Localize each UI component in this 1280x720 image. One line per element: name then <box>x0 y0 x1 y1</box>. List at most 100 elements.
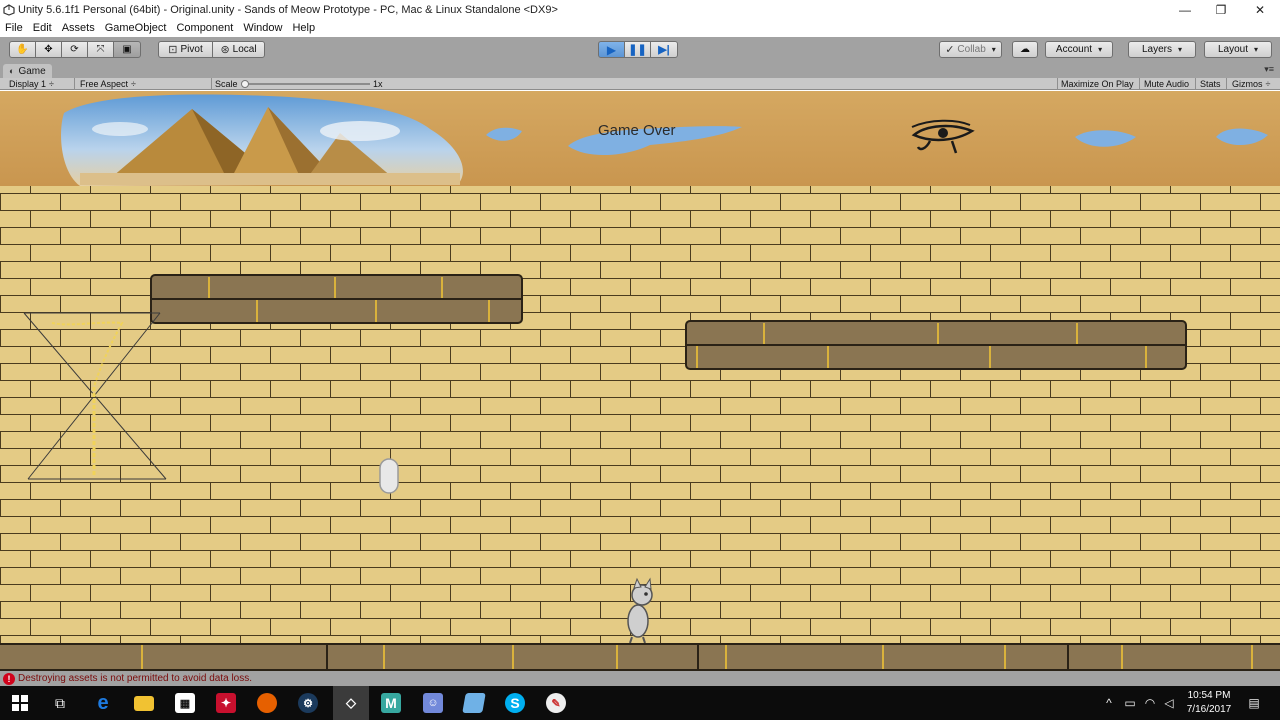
taskbar-unity[interactable]: ◇ <box>333 686 369 720</box>
battery-icon[interactable]: ▭ <box>1121 686 1139 720</box>
close-button[interactable]: ✕ <box>1241 0 1279 19</box>
taskbar-edge[interactable]: e <box>85 686 121 720</box>
file-explorer-icon <box>134 695 154 711</box>
stone-floor <box>0 643 1280 671</box>
taskbar-steam[interactable]: ⚙ <box>290 686 326 720</box>
console-status-bar[interactable]: ! Destroying assets is not permitted to … <box>0 671 1280 686</box>
app-icon: ✦ <box>216 693 236 713</box>
maya-icon: M <box>381 693 401 713</box>
pivot-toggle[interactable]: ⊡ Pivot <box>158 41 213 58</box>
rotate-tool-button[interactable]: ⟳ <box>61 41 88 58</box>
taskbar-paint[interactable]: ✎ <box>538 686 574 720</box>
divider <box>1226 78 1227 90</box>
hand-tool-button[interactable]: ✋ <box>9 41 36 58</box>
layers-dropdown[interactable]: Layers <box>1128 41 1196 58</box>
volume-icon[interactable]: ◁ <box>1160 686 1178 720</box>
game-scene <box>0 91 1280 671</box>
scale-icon: ⤧ <box>96 44 105 55</box>
stats-toggle[interactable]: Stats <box>1200 78 1221 90</box>
scale-tool-button[interactable]: ⤧ <box>87 41 114 58</box>
stone-platform-right <box>685 320 1187 370</box>
taskbar-store[interactable]: ▦ <box>167 686 203 720</box>
menu-gameobject[interactable]: GameObject <box>100 22 172 34</box>
notification-icon[interactable]: ▤ <box>1244 686 1264 720</box>
game-view-icon: ◐ <box>9 66 15 76</box>
taskbar-discord[interactable]: ☺ <box>415 686 451 720</box>
menu-edit[interactable]: Edit <box>28 22 57 34</box>
rect-tool-button[interactable]: ▣ <box>113 41 141 58</box>
clock-time: 10:54 PM <box>1187 690 1231 701</box>
stone-platform-upper <box>150 274 523 324</box>
menu-window[interactable]: Window <box>238 22 287 34</box>
cloud-button[interactable]: ☁ <box>1012 41 1038 58</box>
step-button[interactable]: ▶| <box>650 41 678 58</box>
taskbar-clock[interactable]: 10:54 PM 7/16/2017 <box>1182 689 1236 717</box>
scale-label: Scale <box>215 79 238 89</box>
collab-check-icon: ✓ <box>945 44 955 56</box>
taskbar-skype[interactable]: S <box>497 686 533 720</box>
play-button[interactable]: ▶ <box>598 41 625 58</box>
divider <box>211 78 212 90</box>
move-tool-button[interactable]: ✥ <box>35 41 62 58</box>
unity-icon: ◇ <box>346 695 356 710</box>
skype-icon: S <box>505 693 525 713</box>
menu-bar: File Edit Assets GameObject Component Wi… <box>0 19 1280 37</box>
taskbar-file-explorer[interactable] <box>126 686 162 720</box>
game-tab-label: Game <box>18 65 46 77</box>
store-icon: ▦ <box>175 693 195 713</box>
menu-help[interactable]: Help <box>287 22 320 34</box>
local-label: Local <box>232 44 257 55</box>
game-tab-header: ◐ Game ▾≡ <box>0 63 1280 78</box>
status-message: Destroying assets is not permitted to av… <box>18 673 253 684</box>
menu-file[interactable]: File <box>0 22 28 34</box>
task-view-button[interactable]: ⧉ <box>42 686 78 720</box>
error-icon: ! <box>3 672 15 685</box>
unity-logo-icon <box>3 3 15 16</box>
hand-icon: ✋ <box>16 44 29 55</box>
mute-audio-toggle[interactable]: Mute Audio <box>1144 78 1189 90</box>
taskbar-app[interactable]: ✦ <box>208 686 244 720</box>
pivot-label: Pivot <box>180 44 203 55</box>
account-label: Account <box>1055 44 1093 55</box>
maximize-button[interactable]: ❐ <box>1202 0 1240 19</box>
taskbar-app-2[interactable] <box>456 686 492 720</box>
pivot-icon: ⊡ <box>168 44 178 56</box>
scale-slider-handle[interactable] <box>241 80 249 88</box>
divider <box>1195 78 1196 90</box>
menu-assets[interactable]: Assets <box>57 22 100 34</box>
edge-icon: e <box>97 691 109 714</box>
taskbar-maya[interactable]: M <box>373 686 409 720</box>
menu-component[interactable]: Component <box>171 22 238 34</box>
divider <box>1057 78 1058 90</box>
wifi-icon[interactable]: ◠ <box>1141 686 1159 720</box>
pause-button[interactable]: ❚❚ <box>624 41 651 58</box>
tab-menu-icon[interactable]: ▾≡ <box>1264 64 1274 75</box>
taskbar-firefox[interactable] <box>249 686 285 720</box>
layout-dropdown[interactable]: Layout <box>1204 41 1272 58</box>
game-view[interactable]: Game Over <box>0 91 1280 671</box>
local-toggle[interactable]: ⊛ Local <box>212 41 265 58</box>
chevron-up-icon[interactable]: ^ <box>1100 686 1118 720</box>
account-dropdown[interactable]: Account <box>1045 41 1113 58</box>
gizmos-dropdown[interactable]: Gizmos <box>1232 78 1270 90</box>
windows-start-button[interactable] <box>2 686 38 720</box>
windows-start-icon <box>12 695 28 711</box>
layout-label: Layout <box>1217 44 1248 55</box>
aspect-dropdown[interactable]: Free Aspect <box>80 78 208 90</box>
game-over-text: Game Over <box>598 122 676 139</box>
window-title-bar: Unity 5.6.1f1 Personal (64bit) - Origina… <box>0 0 1280 19</box>
collab-label: Collab <box>957 44 986 55</box>
capsule-object <box>379 458 399 494</box>
display-dropdown[interactable]: Display 1 <box>9 78 70 90</box>
minimize-button[interactable]: — <box>1166 0 1204 19</box>
maximize-on-play-toggle[interactable]: Maximize On Play <box>1061 78 1134 90</box>
collab-dropdown[interactable]: ✓ Collab <box>939 41 1002 58</box>
firefox-icon <box>257 693 277 713</box>
game-tab[interactable]: ◐ Game <box>3 64 52 78</box>
step-icon: ▶| <box>658 44 670 56</box>
scale-slider-track[interactable] <box>243 83 370 85</box>
windows-taskbar: ⧉ e ▦ ✦ ⚙ ◇ M ☺ S ✎ ^ ▭ ◠ ◁ 10:54 PM 7/1… <box>0 686 1280 720</box>
local-icon: ⊛ <box>220 44 230 56</box>
main-toolbar: ✋ ✥ ⟳ ⤧ ▣ ⊡ Pivot ⊛ Local ▶ ❚❚ ▶| ✓ Collab … <box>0 37 1280 63</box>
game-view-toolbar: Display 1 Free Aspect Scale 1x Maximize … <box>0 78 1280 90</box>
